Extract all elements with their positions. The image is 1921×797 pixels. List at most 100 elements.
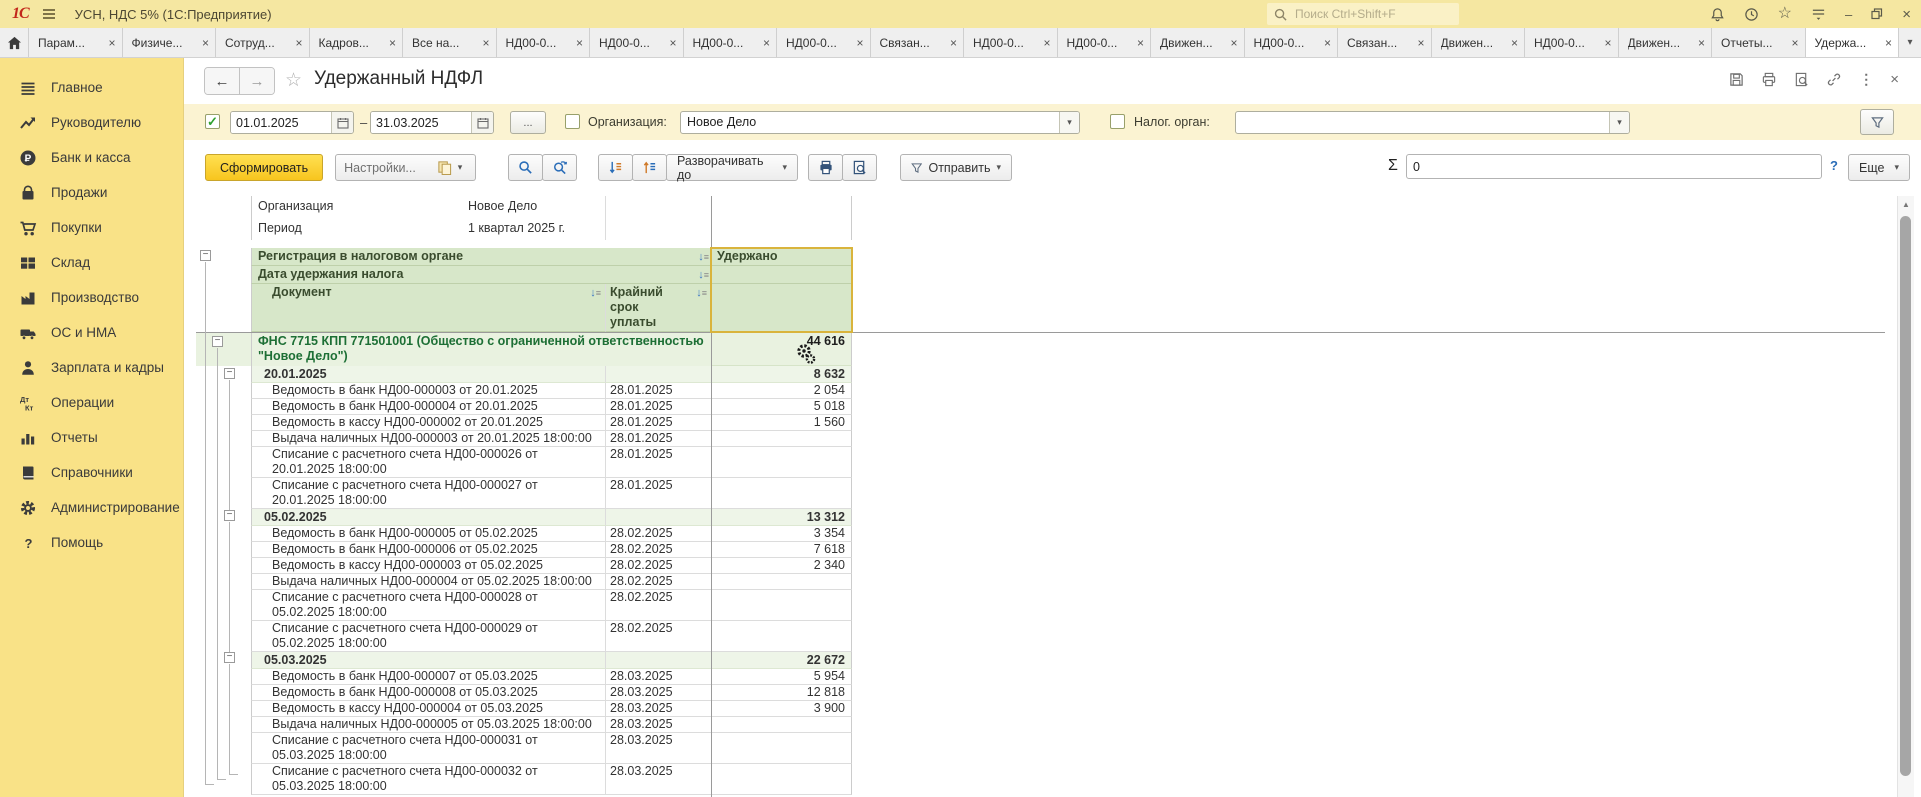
tab-12[interactable]: Движен...× <box>1151 28 1245 57</box>
sidebar-item-5[interactable]: Склад <box>0 245 183 280</box>
service-menu-icon[interactable] <box>1811 7 1826 21</box>
tab-close-icon[interactable]: × <box>202 36 209 50</box>
tab-5[interactable]: НД00-0...× <box>497 28 591 57</box>
generate-button[interactable]: Сформировать <box>205 154 323 181</box>
tab-close-icon[interactable]: × <box>1791 36 1798 50</box>
tab-14[interactable]: Связан...× <box>1338 28 1432 57</box>
header-row-registration[interactable]: Регистрация в налоговом органе ↓≡ Удержа… <box>196 248 852 266</box>
collapse-group1-icon[interactable]: − <box>224 368 235 379</box>
table-row[interactable]: Выдача наличных НД00-000004 от 05.02.202… <box>196 574 852 590</box>
tab-0[interactable]: Парам...× <box>29 28 123 57</box>
period-variants-button[interactable]: ... <box>510 111 546 134</box>
tab-close-icon[interactable]: × <box>1698 36 1705 50</box>
tab-close-icon[interactable]: × <box>1511 36 1518 50</box>
tab-1[interactable]: Физиче...× <box>123 28 217 57</box>
more-button[interactable]: Еще ▾ <box>1848 154 1910 181</box>
tab-10[interactable]: НД00-0...× <box>964 28 1058 57</box>
table-row[interactable]: Ведомость в банк НД00-000004 от 20.01.20… <box>196 399 852 415</box>
print-icon[interactable] <box>1761 72 1777 87</box>
tab-active[interactable]: Удержа...× <box>1806 28 1900 57</box>
find-next-button[interactable] <box>542 154 577 181</box>
table-row[interactable]: Выдача наличных НД00-000005 от 05.03.202… <box>196 717 852 733</box>
preview-icon[interactable] <box>1794 72 1809 87</box>
tab-close-icon[interactable]: × <box>389 36 396 50</box>
autosum-field[interactable] <box>1406 154 1822 179</box>
tab-13[interactable]: НД00-0...× <box>1245 28 1339 57</box>
tab-3[interactable]: Кадров...× <box>310 28 404 57</box>
collapse-groups-button[interactable] <box>598 154 633 181</box>
sort-icon[interactable]: ↓≡ <box>698 249 709 265</box>
home-tab[interactable] <box>0 28 29 57</box>
tab-9[interactable]: Связан...× <box>871 28 965 57</box>
find-button[interactable] <box>508 154 543 181</box>
favorites-star-icon[interactable]: ☆ <box>1778 6 1792 22</box>
close-form-icon[interactable]: × <box>1890 71 1899 88</box>
add-favorite-star-icon[interactable]: ☆ <box>285 69 302 92</box>
group-header-row[interactable]: 20.01.20258 632 <box>196 366 852 383</box>
table-row[interactable]: Списание с расчетного счета НД00-000026 … <box>196 447 852 478</box>
sidebar-item-10[interactable]: Отчеты <box>0 420 183 455</box>
collapse-level2-icon[interactable]: − <box>212 336 223 347</box>
table-row[interactable]: Ведомость в банк НД00-000003 от 20.01.20… <box>196 383 852 399</box>
tab-17[interactable]: Движен...× <box>1619 28 1713 57</box>
expand-groups-button[interactable] <box>632 154 667 181</box>
tab-close-icon[interactable]: × <box>108 36 115 50</box>
tab-close-icon[interactable]: × <box>1043 36 1050 50</box>
tab-4[interactable]: Все на...× <box>403 28 497 57</box>
sort-icon[interactable]: ↓≡ <box>696 285 707 301</box>
tab-11[interactable]: НД00-0...× <box>1058 28 1152 57</box>
period-to-input[interactable] <box>371 112 471 133</box>
send-dropdown[interactable]: Отправить ▾ <box>900 154 1012 181</box>
tab-7[interactable]: НД00-0...× <box>684 28 778 57</box>
table-row[interactable]: Выдача наличных НД00-000003 от 20.01.202… <box>196 431 852 447</box>
report-spreadsheet[interactable]: Организация Новое Дело Период 1 квартал … <box>196 196 1897 797</box>
sidebar-item-7[interactable]: ОС и НМА <box>0 315 183 350</box>
table-row[interactable]: Списание с расчетного счета НД00-000032 … <box>196 764 852 795</box>
tab-15[interactable]: Движен...× <box>1432 28 1526 57</box>
total-row-fns[interactable]: ФНС 7715 КПП 771501001 (Общество с огран… <box>196 332 852 366</box>
period-to-field[interactable] <box>370 111 494 134</box>
settings-button[interactable]: Настройки... <box>335 154 425 181</box>
table-row[interactable]: Списание с расчетного счета НД00-000027 … <box>196 478 852 509</box>
scrollbar-thumb[interactable] <box>1900 216 1911 776</box>
tab-close-icon[interactable]: × <box>1885 36 1892 50</box>
tax-authority-combo[interactable]: ▾ <box>1235 111 1630 134</box>
period-from-field[interactable] <box>230 111 354 134</box>
tab-close-icon[interactable]: × <box>669 36 676 50</box>
table-row[interactable]: Ведомость в банк НД00-000008 от 05.03.20… <box>196 685 852 701</box>
tab-close-icon[interactable]: × <box>1417 36 1424 50</box>
back-button[interactable]: ← <box>205 68 239 94</box>
main-menu-icon[interactable] <box>41 6 57 22</box>
organization-combo[interactable]: Новое Дело ▾ <box>680 111 1080 134</box>
tab-overflow-button[interactable]: ▾ <box>1899 28 1921 57</box>
chevron-down-icon[interactable]: ▾ <box>1609 112 1629 133</box>
organization-checkbox[interactable] <box>565 114 580 129</box>
print-preview-button[interactable] <box>842 154 877 181</box>
scroll-up-arrow[interactable]: ▲ <box>1898 196 1914 212</box>
sort-icon[interactable]: ↓≡ <box>590 285 601 301</box>
header-row-hold-date[interactable]: Дата удержания налога ↓≡ <box>196 266 852 284</box>
table-row[interactable]: Списание с расчетного счета НД00-000029 … <box>196 621 852 652</box>
filter-settings-button[interactable] <box>1860 109 1894 135</box>
collapse-group2-icon[interactable]: − <box>224 510 235 521</box>
tab-close-icon[interactable]: × <box>1230 36 1237 50</box>
period-checkbox[interactable]: ✓ <box>205 114 220 129</box>
table-row[interactable]: Ведомость в кассу НД00-000002 от 20.01.2… <box>196 415 852 431</box>
settings-variants-button[interactable]: ▾ <box>424 154 476 181</box>
tab-close-icon[interactable]: × <box>763 36 770 50</box>
more-actions-icon[interactable]: ⋮ <box>1859 71 1873 88</box>
sidebar-item-1[interactable]: Руководителю <box>0 105 183 140</box>
history-icon[interactable] <box>1744 7 1759 22</box>
tab-8[interactable]: НД00-0...× <box>777 28 871 57</box>
table-row[interactable]: Ведомость в банк НД00-000007 от 05.03.20… <box>196 669 852 685</box>
tab-2[interactable]: Сотруд...× <box>216 28 310 57</box>
group-header-row[interactable]: 05.02.202513 312 <box>196 509 852 526</box>
close-window-button[interactable]: × <box>1902 7 1911 22</box>
help-button[interactable]: ? <box>1830 158 1838 173</box>
collapse-group3-icon[interactable]: − <box>224 652 235 663</box>
minimize-button[interactable]: – <box>1845 8 1852 21</box>
sidebar-item-3[interactable]: Продажи <box>0 175 183 210</box>
chevron-down-icon[interactable]: ▾ <box>1059 112 1079 133</box>
forward-button[interactable]: → <box>239 68 274 94</box>
tab-16[interactable]: НД00-0...× <box>1525 28 1619 57</box>
